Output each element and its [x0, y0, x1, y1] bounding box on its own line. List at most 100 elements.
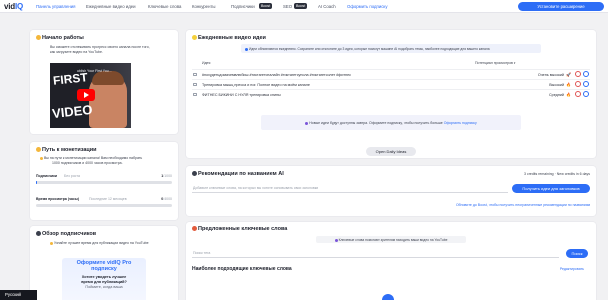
rocket-icon [36, 35, 41, 40]
tag-search-input[interactable]: Поиск тега [192, 249, 559, 258]
logo-text-b: IQ [14, 2, 24, 11]
row-checkbox[interactable] [193, 92, 197, 96]
save-icon[interactable] [583, 91, 589, 98]
subscribers-title-text: Обзор подписчиков [42, 231, 97, 237]
save-icon[interactable] [583, 71, 589, 78]
daily-promo-text: Новые идеи будут доступны завтра. Оформи… [309, 120, 443, 125]
nav-subscribers[interactable]: Подписчики [231, 4, 255, 9]
row-checkbox[interactable] [193, 72, 197, 76]
subs-progress-bar [36, 181, 172, 184]
open-daily-ideas-button[interactable]: Open Daily Ideas [366, 147, 416, 156]
subscribers-card: Обзор подписчиков Узнайте лучшее время д… [30, 226, 178, 300]
nav-subscribe[interactable]: Оформить подписку [347, 4, 388, 9]
hours-count: 0/4000 [161, 197, 172, 201]
monetization-desc-2: 1000 подписчиков и 4000 часов просмотра. [52, 161, 123, 165]
video-thumbnail[interactable]: FIRST VIDEO ublish Your First You... [50, 63, 131, 128]
daily-info-box: Идеи обновляются ежедневно. Сохраните ил… [241, 44, 541, 53]
hours-label: Время просмотра (часы) [36, 197, 80, 201]
chevron-down-icon[interactable]: ▾ [514, 61, 516, 65]
start-title-text: Начало работы [42, 35, 84, 41]
info-icon [245, 47, 248, 51]
pro-promo-box: Оформите vidIQ Pro подписку Хотите увиде… [62, 258, 146, 300]
recs-title: Рекомендации по названием AI [192, 171, 284, 177]
col-idea: Идея [202, 61, 211, 65]
keywords-info-box: Ключевые слова помогают зрителям находит… [316, 236, 466, 243]
rocket-icon: 🚀 [566, 72, 571, 77]
tag-search-button[interactable]: Поиск [566, 249, 588, 258]
hours-tag: Последние 12 месяцев [89, 197, 127, 201]
keyword-avatar-icon [382, 294, 394, 300]
get-title-ideas-button[interactable]: Получить идеи для заголовков [512, 184, 590, 193]
col-potential: Потенциал просмотров ▾ [475, 61, 515, 65]
dismiss-icon[interactable] [575, 91, 581, 98]
idea-row[interactable]: Тренировка мышц пресса и ног. Полное вид… [192, 79, 590, 88]
promo-desc-2: время для публикаций? [81, 280, 127, 284]
keywords-title-text: Предложенные ключевые слова [198, 226, 288, 232]
subs-count: 1/1000 [161, 174, 172, 178]
nav-keywords[interactable]: Ключевые слова [148, 4, 181, 9]
keywords-desc: Ключевые слова помогают зрителям находит… [316, 238, 466, 242]
idea-text: #похудетьдомачемвлюбиш #тиктагетсналайн … [202, 72, 351, 77]
lightbulb-icon [192, 35, 197, 40]
dismiss-icon[interactable] [575, 71, 581, 78]
dismiss-icon[interactable] [575, 81, 581, 88]
edit-keywords-link[interactable]: Редактировать [560, 267, 584, 271]
presenter-hair [92, 71, 124, 85]
play-triangle [84, 92, 89, 98]
monetization-desc-1: Вы на пути к монетизации канала! Вам нео… [40, 156, 142, 160]
recs-keywords-input[interactable]: Добавьте ключевые слова, на которых вы х… [192, 184, 508, 193]
promo-desc-3: Поймите, когда ваша [85, 285, 123, 289]
start-desc-2: как загрузите видео на YouTube. [50, 50, 103, 54]
keywords-title: Предложенные ключевые слова [192, 226, 287, 232]
video-big-text-2: VIDEO [51, 101, 94, 122]
youtube-play-icon[interactable] [77, 89, 95, 101]
recs-input-placeholder: Добавьте ключевые слова, на которых вы х… [193, 186, 319, 190]
row-checkbox[interactable] [193, 82, 197, 86]
nav-competitors[interactable]: Конкуренты [192, 4, 216, 9]
subs-total: /1000 [163, 174, 172, 178]
robot-icon [192, 171, 197, 176]
info-dot-icon [50, 242, 53, 245]
start-title: Начало работы [36, 35, 84, 41]
keywords-card: Предложенные ключевые слова Ключевые сло… [186, 222, 596, 300]
info-dot-icon [40, 157, 43, 160]
nav-seo[interactable]: SEO [283, 4, 292, 9]
idea-row[interactable]: ФИТНЕС БИКИНИ С НУЛЯ тренировка спины Ср… [192, 89, 590, 98]
logo-text-a: vid [4, 2, 15, 11]
idea-text: Тренировка мышц пресса и ног. Полное вид… [202, 82, 310, 87]
daily-info-text-span: Идеи обновляются ежедневно. Сохраните ил… [249, 46, 490, 51]
install-extension-button[interactable]: Установите расширение [518, 2, 604, 11]
keywords-desc-text: Ключевые слова помогают зрителям находит… [338, 237, 448, 242]
subscribers-title: Обзор подписчиков [36, 231, 96, 237]
daily-info-text: Идеи обновляются ежедневно. Сохраните ил… [245, 47, 490, 51]
recs-footer-link[interactable]: Обновите до Boost, чтобы получить неогра… [456, 203, 590, 207]
idea-row[interactable]: #похудетьдомачемвлюбиш #тиктагетсналайн … [192, 69, 590, 78]
fire-icon: 🔥 [566, 82, 571, 87]
daily-title: Ежедневные видео идеи [192, 35, 266, 41]
daily-ideas-card: Ежедневные видео идеи Идеи обновляются е… [186, 30, 596, 158]
save-icon[interactable] [583, 81, 589, 88]
subscribers-desc-text: Узнайте лучшее время для публикации виде… [54, 241, 149, 245]
nav-dashboard[interactable]: Панель управления [36, 4, 75, 9]
nav-ai-coach[interactable]: AI Coach [318, 4, 336, 9]
fire-icon: 🔥 [566, 92, 571, 97]
tag-search-placeholder: Поиск тега [193, 251, 211, 255]
start-card: Начало работы Вы сможете отслеживать про… [30, 30, 178, 134]
monetization-desc-1-text: Вы на пути к монетизации канала! Вам нео… [44, 156, 143, 160]
daily-promo-link[interactable]: Оформить подписку [444, 121, 477, 125]
language-toast[interactable]: Русский [0, 290, 37, 300]
nav-daily-ideas[interactable]: Ежедневные видео идеи [86, 4, 136, 9]
col-potential-text: Потенциал просмотров [475, 61, 513, 65]
coin-icon [36, 147, 41, 152]
best-keywords-title: Наиболее подходящие ключевые слова [192, 266, 292, 272]
hours-progress-bar [36, 204, 172, 207]
subs-tag: Без роста [64, 174, 80, 178]
promo-title-2: подписку [91, 266, 117, 272]
subs-label: Подписчики [36, 174, 58, 178]
monetization-title-text: Путь к монетизации [42, 147, 97, 153]
recs-title-text: Рекомендации по названием AI [198, 171, 284, 177]
binoculars-icon [36, 231, 41, 236]
subscribers-desc: Узнайте лучшее время для публикации виде… [50, 241, 149, 245]
vidiq-logo[interactable]: vidIQ [4, 2, 23, 11]
title-recs-card: Рекомендации по названием AI 3 credits r… [186, 166, 596, 216]
